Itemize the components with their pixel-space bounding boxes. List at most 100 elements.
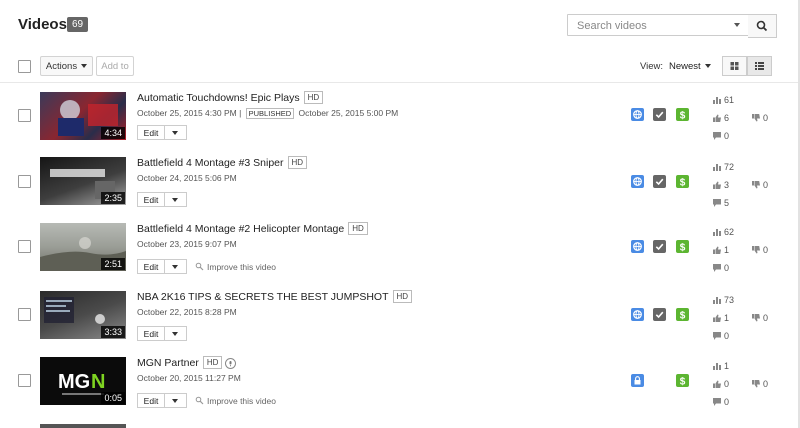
toolbar: Actions Add to View: Newest (0, 52, 798, 83)
video-title-link[interactable]: MGN Partner HD (137, 356, 237, 369)
row-checkbox[interactable] (18, 240, 31, 253)
select-all-checkbox[interactable] (18, 60, 31, 73)
duration-label: 3:33 (101, 326, 125, 338)
edit-button[interactable]: Edit (137, 326, 165, 341)
edit-button[interactable]: Edit (137, 259, 165, 274)
monetization-button[interactable]: $ (676, 374, 689, 387)
grid-view-button[interactable] (722, 56, 747, 76)
likes-stat: 3 (713, 180, 729, 190)
hd-badge: HD (348, 222, 368, 235)
search-icon (756, 20, 768, 32)
checks-status-button[interactable] (653, 108, 666, 121)
video-thumbnail[interactable]: 2:35 (40, 157, 126, 205)
privacy-public-button[interactable] (631, 175, 644, 188)
video-thumbnail[interactable]: MG N 0:05 (40, 357, 126, 405)
check-icon (655, 243, 664, 251)
views-stat: 73 (713, 295, 734, 305)
views-count: 62 (724, 227, 735, 237)
chevron-down-icon (704, 64, 711, 69)
video-thumbnail[interactable]: 2:51 (40, 223, 126, 271)
published-date: October 25, 2015 5:00 PM (298, 108, 399, 118)
row-checkbox[interactable] (18, 109, 31, 122)
edit-button[interactable]: Edit (137, 125, 165, 140)
chevron-down-icon (81, 64, 88, 69)
actions-label: Actions (45, 61, 78, 72)
hd-badge: HD (287, 156, 308, 169)
published-status-badge: PUBLISHED (245, 108, 295, 119)
comments-stat: 5 (713, 198, 729, 208)
monetization-button[interactable]: $ (676, 308, 689, 321)
video-row: 3:33 NBA 2K16 TIPS & SECRETS THE BEST JU… (0, 290, 798, 357)
monetization-button[interactable]: $ (676, 240, 689, 253)
row-checkbox[interactable] (18, 175, 31, 188)
upload-date: October 20, 2015 11:27 PM (137, 373, 241, 383)
globe-icon (633, 310, 642, 319)
thumbs-up-icon (713, 380, 721, 388)
checks-status-button[interactable] (653, 308, 666, 321)
row-checkbox[interactable] (18, 308, 31, 321)
comments-stat: 0 (713, 263, 729, 273)
search-button[interactable] (748, 14, 777, 38)
edit-menu-button[interactable] (165, 393, 187, 408)
chevron-down-icon (172, 131, 178, 135)
privacy-public-button[interactable] (631, 108, 644, 121)
likes-count: 0 (724, 379, 730, 389)
edit-menu-button[interactable] (165, 125, 187, 140)
actions-button[interactable]: Actions (40, 56, 93, 76)
video-thumbnail[interactable]: 4:34 (40, 92, 126, 140)
dollar-icon: $ (680, 310, 686, 321)
video-title-link[interactable]: Automatic Touchdowns! Epic Plays HD (137, 91, 324, 104)
video-title-link[interactable]: NBA 2K16 TIPS & SECRETS THE BEST JUMPSHO… (137, 290, 413, 303)
thumbs-up-icon (713, 246, 721, 254)
add-to-button[interactable]: Add to (96, 56, 134, 76)
video-count-badge: 69 (67, 17, 89, 32)
grid-icon (730, 62, 739, 70)
privacy-public-button[interactable] (631, 240, 644, 253)
edit-button[interactable]: Edit (137, 192, 165, 207)
improve-video-link[interactable]: Improve this video (195, 396, 276, 406)
upload-date: October 23, 2015 9:07 PM (137, 239, 237, 249)
videos-header: Videos 69 (0, 0, 798, 52)
edit-menu-button[interactable] (165, 192, 187, 207)
bar-chart-icon (713, 97, 721, 104)
sort-dropdown[interactable]: Newest (669, 61, 711, 72)
wand-icon (195, 262, 204, 271)
edit-button[interactable]: Edit (137, 393, 165, 408)
dislikes-count: 0 (763, 113, 769, 123)
improve-video-link[interactable]: Improve this video (195, 262, 276, 272)
dislikes-stat: 0 (752, 245, 768, 255)
edit-menu-button[interactable] (165, 326, 187, 341)
search-input[interactable] (575, 16, 729, 36)
likes-count: 1 (724, 245, 730, 255)
lock-icon (634, 376, 641, 385)
duration-label: 2:35 (101, 192, 125, 204)
row-checkbox[interactable] (18, 374, 31, 387)
globe-icon (633, 110, 642, 119)
views-count: 1 (724, 361, 730, 371)
video-title-link[interactable]: Battlefield 4 Montage #3 Sniper HD (137, 156, 308, 169)
privacy-public-button[interactable] (631, 308, 644, 321)
privacy-private-button[interactable] (631, 374, 644, 387)
monetization-button[interactable]: $ (676, 175, 689, 188)
dollar-icon: $ (680, 110, 686, 121)
bar-chart-icon (713, 229, 721, 236)
video-title-link[interactable]: Battlefield 4 Montage #2 Helicopter Mont… (137, 222, 368, 235)
checks-status-button[interactable] (653, 175, 666, 188)
duration-label: 4:34 (101, 127, 125, 139)
view-label: View: (640, 61, 664, 72)
views-count: 73 (724, 295, 735, 305)
monetization-button[interactable]: $ (676, 108, 689, 121)
globe-icon (633, 177, 642, 186)
list-view-button[interactable] (747, 56, 772, 76)
checks-status-button[interactable] (653, 240, 666, 253)
views-stat: 62 (713, 227, 734, 237)
comment-icon (713, 332, 721, 340)
video-meta: October 20, 2015 11:27 PM (137, 373, 241, 383)
edit-menu-button[interactable] (165, 259, 187, 274)
search-box[interactable] (567, 14, 749, 36)
search-options-chevron-icon[interactable] (734, 23, 740, 27)
video-thumbnail[interactable]: 3:33 (40, 291, 126, 339)
dislikes-stat: 0 (752, 113, 768, 123)
upload-date: October 22, 2015 8:28 PM (137, 307, 237, 317)
video-meta: October 22, 2015 8:28 PM (137, 307, 237, 317)
